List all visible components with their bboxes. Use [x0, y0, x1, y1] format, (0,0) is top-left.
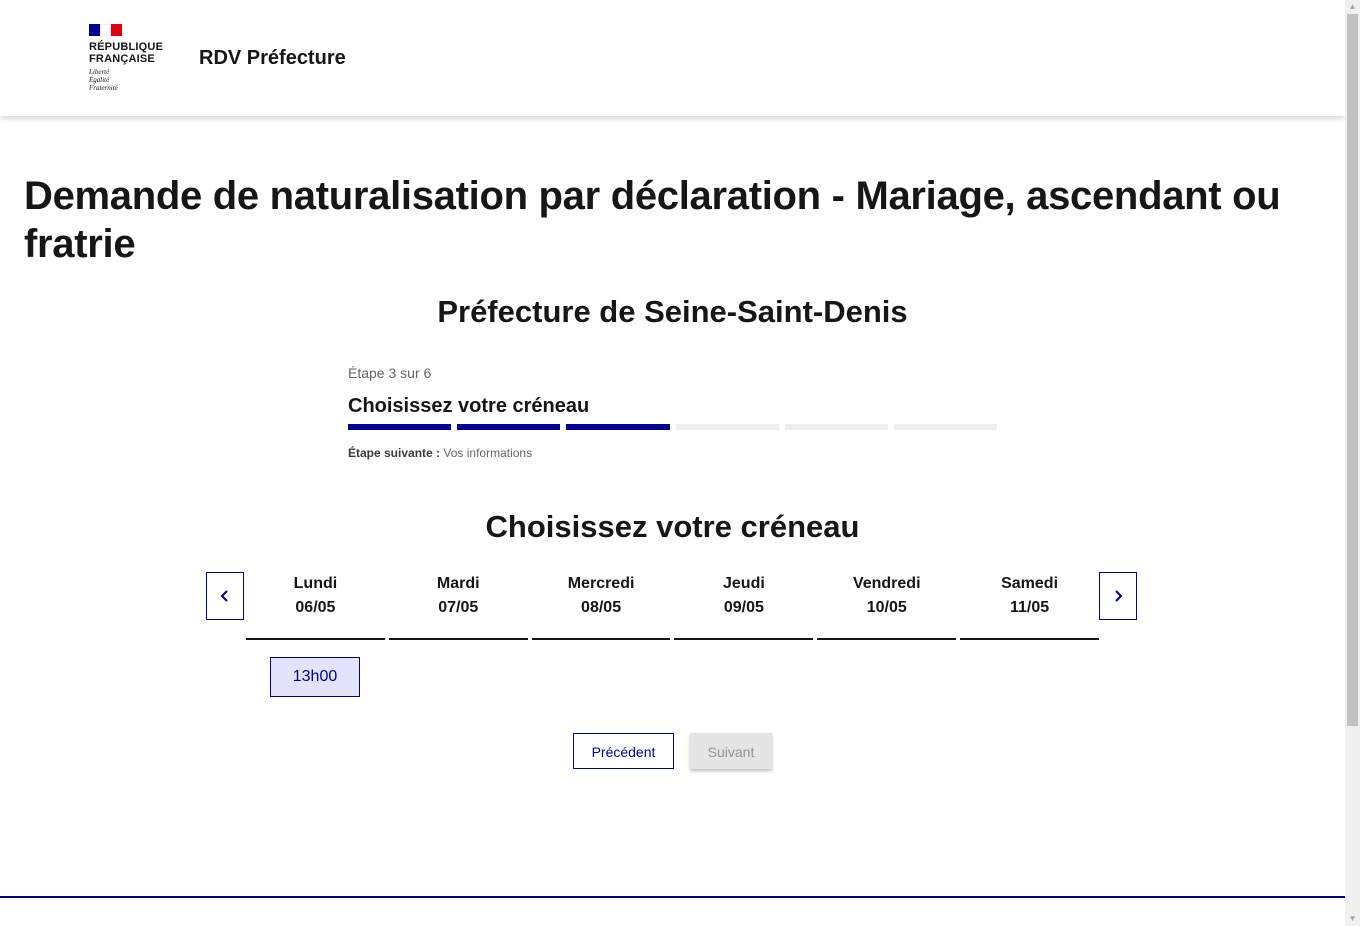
next-week-button[interactable] — [1099, 572, 1137, 620]
site-header: RÉPUBLIQUE FRANÇAISE Liberté Égalité Fra… — [0, 0, 1345, 116]
step-current-title: Choisissez votre créneau — [348, 395, 590, 417]
prefecture-title: Préfecture de Seine-Saint-Denis — [437, 294, 908, 329]
day-name: Vendredi — [852, 575, 921, 592]
time-slot-button[interactable]: 13h00 — [270, 657, 360, 697]
chevron-right-icon — [1115, 590, 1123, 602]
day-date: 06/05 — [295, 599, 336, 616]
day-column-header: Lundi 06/05 — [246, 572, 385, 640]
day-date: 11/05 — [1009, 599, 1050, 616]
step-next: Étape suivante : Vos informations — [348, 445, 997, 461]
step-segment — [675, 424, 779, 430]
step-progress-bar — [348, 424, 998, 430]
footer-border — [0, 896, 1345, 898]
step-state: Étape 3 sur 6 — [348, 365, 432, 381]
republique-francaise-logo[interactable]: RÉPUBLIQUE FRANÇAISE Liberté Égalité Fra… — [89, 24, 169, 96]
slot-section-title: Choisissez votre créneau — [485, 509, 860, 544]
chevron-left-icon — [220, 590, 228, 602]
step-next-value: Vos informations — [443, 446, 533, 460]
day-name: Samedi — [1001, 575, 1059, 592]
service-title[interactable]: RDV Préfecture — [199, 45, 346, 71]
day-column-header: Jeudi 09/05 — [674, 572, 814, 640]
day-name: Mardi — [436, 575, 480, 592]
page: RÉPUBLIQUE FRANÇAISE Liberté Égalité Fra… — [0, 0, 1345, 926]
scrollbar-thumb[interactable] — [1347, 14, 1358, 726]
day-date: 10/05 — [866, 599, 907, 616]
scroll-up-icon[interactable]: ▲ — [1345, 0, 1360, 14]
logo-text-line2: FRANÇAISE — [89, 53, 155, 65]
motto-egalite: Égalité — [89, 76, 110, 84]
day-date: 07/05 — [438, 599, 479, 616]
vertical-scrollbar[interactable]: ▲ ▼ — [1345, 0, 1360, 926]
next-button[interactable]: Suivant — [690, 733, 772, 769]
step-next-label: Étape suivante : — [348, 446, 441, 460]
page-title: Demande de naturalisation par déclaratio… — [24, 174, 1281, 266]
day-column-header: Mercredi 08/05 — [531, 572, 671, 640]
day-date: 08/05 — [581, 599, 622, 616]
day-name: Lundi — [293, 575, 338, 592]
day-column-header: Vendredi 10/05 — [817, 572, 957, 640]
step-segment — [566, 424, 670, 430]
day-date: 09/05 — [723, 599, 764, 616]
day-name: Mercredi — [567, 575, 635, 592]
day-name: Jeudi — [723, 575, 765, 592]
step-segment — [784, 424, 888, 430]
day-column-header: Mardi 07/05 — [388, 572, 528, 640]
logo-text-line1: RÉPUBLIQUE — [89, 41, 164, 53]
step-segment — [348, 424, 452, 430]
motto-liberte: Liberté — [89, 68, 110, 76]
stepper: Étape 3 sur 6 Choisissez votre créneau É… — [348, 364, 998, 461]
logo-motto: Liberté Égalité Fraternité — [89, 68, 169, 92]
motto-fraternite: Fraternité — [89, 84, 118, 92]
scroll-down-icon[interactable]: ▼ — [1345, 912, 1360, 926]
french-flag-icon — [89, 24, 122, 36]
step-segment — [457, 424, 561, 430]
previous-week-button[interactable] — [206, 572, 244, 620]
calendar-days: Lundi 06/05 Mardi 07/05 Mercredi 08/05 Jeudi 09… — [246, 572, 1099, 640]
previous-button[interactable]: Précédent — [573, 733, 674, 769]
day-column-header: Samedi 11/05 — [960, 572, 1099, 640]
step-segment — [893, 424, 998, 430]
